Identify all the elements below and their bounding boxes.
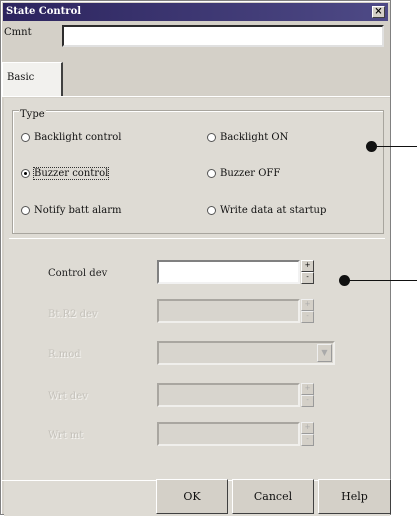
callout-line: [376, 146, 417, 147]
field4-input: [157, 383, 300, 407]
radio-icon: [21, 133, 30, 142]
spin-up-icon: +: [301, 422, 314, 434]
callout-line: [349, 280, 417, 281]
radio-write-data-at-startup[interactable]: Write data at startup: [207, 205, 326, 216]
radio-selected-icon: [21, 169, 30, 178]
radio-backlight-on[interactable]: Backlight ON: [207, 132, 288, 143]
radio-label: Backlight control: [34, 132, 122, 143]
radio-buzzer-off[interactable]: Buzzer OFF: [207, 168, 280, 179]
field3-dropdown: ▼: [157, 341, 335, 365]
field4-label: Wrt dev: [48, 391, 88, 402]
field5-input: [157, 422, 300, 446]
radio-label: Notify batt alarm: [34, 205, 122, 216]
field2-spinner: + -: [301, 299, 314, 323]
basic-panel: Type Backlight control Backlight ON Buzz…: [4, 98, 390, 516]
control-dev-input[interactable]: [157, 260, 300, 284]
cancel-button[interactable]: Cancel: [232, 479, 314, 514]
close-button[interactable]: ×: [372, 6, 385, 18]
field5-label: Wrt mt: [48, 430, 84, 441]
control-dev-label: Control dev: [48, 268, 108, 279]
field2-label: Bt.R2 dev: [48, 309, 98, 320]
close-icon: ×: [374, 6, 383, 17]
radio-icon: [207, 169, 216, 178]
comment-label: Cmnt: [4, 27, 32, 38]
radio-notify-batt-alarm[interactable]: Notify batt alarm: [21, 205, 121, 216]
type-group-legend: Type: [19, 109, 46, 120]
spin-up-icon: +: [301, 299, 314, 311]
field4-spinner: + -: [301, 383, 314, 407]
radio-label: Write data at startup: [220, 205, 327, 216]
title-bar: State Control ×: [3, 3, 388, 21]
window-title: State Control: [6, 6, 82, 17]
spin-down-icon: -: [301, 311, 314, 323]
help-button[interactable]: Help: [318, 479, 391, 514]
tab-strip: Basic: [1, 62, 390, 97]
radio-label: Backlight ON: [220, 132, 289, 143]
tab-basic[interactable]: Basic: [2, 62, 63, 96]
type-group: Type Backlight control Backlight ON Buzz…: [12, 109, 384, 234]
field3-label: R.mod: [48, 349, 81, 360]
radio-buzzer-control[interactable]: Buzzer control: [21, 167, 110, 180]
control-dev-spinner[interactable]: + -: [301, 260, 314, 284]
radio-label: Buzzer OFF: [220, 168, 281, 179]
dropdown-arrow-icon: ▼: [317, 344, 332, 362]
radio-backlight-control[interactable]: Backlight control: [21, 132, 122, 143]
state-control-dialog: State Control × Cmnt Basic Type Backligh…: [0, 0, 392, 516]
field5-spinner: + -: [301, 422, 314, 446]
spin-down-icon: -: [301, 434, 314, 446]
radio-label: Buzzer control: [32, 167, 110, 180]
comment-input[interactable]: [62, 25, 384, 47]
spin-up-icon[interactable]: +: [301, 260, 314, 272]
field2-input: [157, 299, 300, 323]
radio-icon: [207, 206, 216, 215]
radio-icon: [21, 206, 30, 215]
spin-down-icon: -: [301, 395, 314, 407]
spin-down-icon[interactable]: -: [301, 272, 314, 284]
divider: [9, 238, 385, 239]
ok-button[interactable]: OK: [156, 479, 228, 514]
spin-up-icon: +: [301, 383, 314, 395]
radio-icon: [207, 133, 216, 142]
